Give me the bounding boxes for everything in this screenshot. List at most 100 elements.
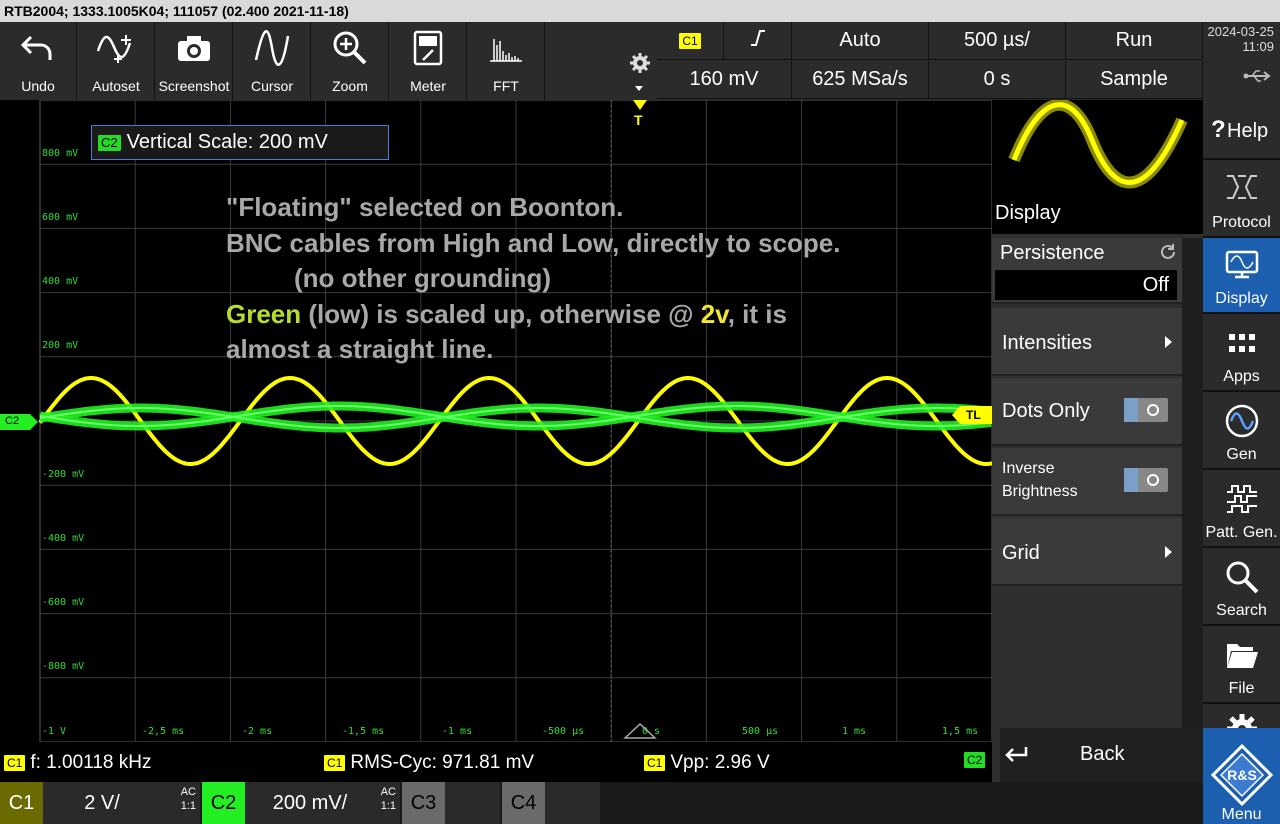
file-button[interactable]: File bbox=[1203, 628, 1280, 704]
toolbar: Undo Autoset Screenshot Cursor Zoom Mete… bbox=[0, 22, 1280, 100]
autoset-label: Autoset bbox=[92, 78, 140, 94]
display-thumbnail[interactable]: Display bbox=[992, 100, 1203, 234]
acquisition-mode[interactable]: Sample bbox=[1066, 61, 1203, 99]
channel-c3[interactable]: C3 bbox=[402, 782, 500, 824]
undo-button[interactable]: Undo bbox=[0, 22, 77, 100]
trigger-point-icon bbox=[623, 722, 657, 739]
help-button[interactable]: ? Help bbox=[1203, 100, 1280, 160]
cursor-icon bbox=[234, 30, 310, 66]
grid-item[interactable]: Grid bbox=[992, 518, 1182, 586]
persistence-item[interactable]: Persistence Off bbox=[992, 238, 1182, 304]
trigger-mode[interactable]: Auto bbox=[792, 22, 929, 60]
gear-icon[interactable] bbox=[1203, 706, 1280, 744]
cursor-button[interactable]: Cursor bbox=[234, 22, 311, 100]
trigger-source[interactable]: C1 bbox=[657, 22, 724, 60]
clock-date: 2024-03-25 bbox=[1207, 24, 1275, 39]
vertical-scale-text: Vertical Scale: 200 mV bbox=[126, 131, 328, 153]
meter-label: Meter bbox=[410, 78, 446, 94]
rising-edge-icon bbox=[749, 29, 767, 53]
timebase-scale[interactable]: 500 µs/ bbox=[929, 22, 1066, 60]
y-label: -1 V bbox=[42, 726, 67, 737]
search-label: Search bbox=[1216, 602, 1267, 619]
side-menu-scrollbar[interactable] bbox=[1182, 238, 1203, 782]
intensities-item[interactable]: Intensities bbox=[992, 308, 1182, 376]
measurement-c2-badge[interactable]: C2 bbox=[964, 752, 990, 768]
note-mid-text: (low) is scaled up, otherwise @ bbox=[301, 298, 701, 329]
back-button[interactable]: Back bbox=[1000, 728, 1203, 782]
note-green-word: Green bbox=[226, 298, 302, 329]
fft-button[interactable]: FFT bbox=[468, 22, 545, 100]
camera-icon bbox=[156, 30, 232, 66]
protocol-button[interactable]: Protocol bbox=[1203, 160, 1280, 238]
trigger-position-marker[interactable]: T bbox=[630, 100, 650, 130]
scale-channel-badge: C2 bbox=[98, 134, 121, 151]
chevron-right-icon bbox=[1165, 546, 1172, 558]
time-offset[interactable]: 0 s bbox=[929, 61, 1066, 99]
display-thumbnail-label: Display bbox=[995, 202, 1061, 224]
measurement-frequency[interactable]: C1 f: 1.00118 kHz bbox=[4, 752, 151, 774]
clock-time: 11:09 bbox=[1242, 39, 1274, 54]
svg-text:R&S: R&S bbox=[1227, 767, 1257, 783]
channel-c2-scale: 200 mV/ bbox=[272, 791, 348, 814]
persistence-label: Persistence bbox=[1000, 242, 1105, 264]
note-line-3: (no other grounding) bbox=[294, 263, 552, 293]
pattern-generator-button[interactable]: Patt. Gen. bbox=[1203, 472, 1280, 548]
measurement-bar: C1 f: 1.00118 kHz C1 RMS-Cyc: 971.81 mV … bbox=[0, 742, 992, 782]
c2-offset-marker[interactable]: C2 bbox=[0, 414, 40, 430]
run-state[interactable]: Run bbox=[1066, 22, 1203, 60]
autoset-icon bbox=[78, 30, 154, 66]
channel-c4-name: C4 bbox=[502, 782, 545, 824]
channel-c1[interactable]: C1 2 V/ AC 1:1 bbox=[0, 782, 200, 824]
trigger-slope[interactable] bbox=[724, 22, 792, 60]
pattern-generator-icon bbox=[1203, 480, 1280, 518]
inverse-brightness-toggle[interactable] bbox=[1124, 468, 1168, 492]
x-label: 1,5 ms bbox=[942, 726, 979, 737]
dots-only-toggle[interactable] bbox=[1124, 398, 1168, 422]
meter-button[interactable]: Meter bbox=[390, 22, 467, 100]
persistence-value[interactable]: Off bbox=[995, 270, 1177, 300]
trigger-level[interactable]: 160 mV bbox=[657, 61, 792, 99]
note-line-4: Green (low) is scaled up, otherwise @ 2v… bbox=[226, 297, 966, 333]
channel-c4[interactable]: C4 bbox=[502, 782, 600, 824]
screenshot-button[interactable]: Screenshot bbox=[156, 22, 233, 100]
apps-button[interactable]: Apps bbox=[1203, 316, 1280, 392]
waveform-display[interactable]: C2 Vertical Scale: 200 mV "Floating" sel… bbox=[0, 100, 992, 742]
autoset-button[interactable]: Autoset bbox=[78, 22, 155, 100]
measurement-rms[interactable]: C1 RMS-Cyc: 971.81 mV bbox=[324, 752, 534, 774]
apps-label: Apps bbox=[1223, 368, 1260, 385]
inverse-brightness-item[interactable]: Inverse Brightness bbox=[992, 448, 1182, 516]
x-label: -2 ms bbox=[242, 726, 273, 737]
settings-button[interactable] bbox=[624, 22, 656, 100]
channel-c2[interactable]: C2 200 mV/ AC 1:1 bbox=[202, 782, 400, 824]
chevron-down-icon bbox=[635, 86, 643, 91]
vertical-scale-box[interactable]: C2 Vertical Scale: 200 mV bbox=[91, 125, 389, 160]
display-side-menu: Display Persistence Off Intensities Dots… bbox=[992, 100, 1203, 782]
zoom-button[interactable]: Zoom bbox=[312, 22, 389, 100]
trigger-level-marker[interactable]: TL bbox=[952, 406, 992, 424]
zoom-icon bbox=[312, 30, 388, 66]
display-nav-button[interactable]: Display bbox=[1203, 238, 1280, 314]
x-label: 1 ms bbox=[842, 726, 867, 737]
back-arrow-icon bbox=[1004, 743, 1030, 771]
channel-bar: C1 2 V/ AC 1:1 C2 200 mV/ AC 1:1 C3 C4 bbox=[0, 782, 1203, 824]
reset-icon[interactable] bbox=[1158, 242, 1178, 268]
menu-button[interactable]: R&S Menu bbox=[1203, 728, 1280, 824]
c2-marker-label: C2 bbox=[5, 415, 20, 427]
y-label: -400 mV bbox=[42, 533, 85, 544]
y-label: -800 mV bbox=[42, 661, 85, 672]
y-label: 400 mV bbox=[42, 276, 79, 287]
measurement-vpp[interactable]: C1 Vpp: 2.96 V bbox=[644, 752, 770, 774]
grid-label: Grid bbox=[1002, 542, 1040, 564]
dots-only-item[interactable]: Dots Only bbox=[992, 378, 1182, 446]
fft-label: FFT bbox=[493, 78, 519, 94]
pattern-generator-label: Patt. Gen. bbox=[1205, 524, 1278, 541]
channel-c2-name: C2 bbox=[202, 782, 245, 824]
zoom-label: Zoom bbox=[332, 78, 368, 94]
annotation-note: "Floating" selected on Boonton. BNC cabl… bbox=[226, 190, 966, 368]
y-label: -600 mV bbox=[42, 597, 85, 608]
brightness-label: Brightness bbox=[1002, 483, 1078, 500]
x-label: -1 ms bbox=[442, 726, 473, 737]
protocol-icon bbox=[1203, 168, 1280, 206]
gen-button[interactable]: Gen bbox=[1203, 394, 1280, 470]
search-button[interactable]: Search bbox=[1203, 550, 1280, 626]
